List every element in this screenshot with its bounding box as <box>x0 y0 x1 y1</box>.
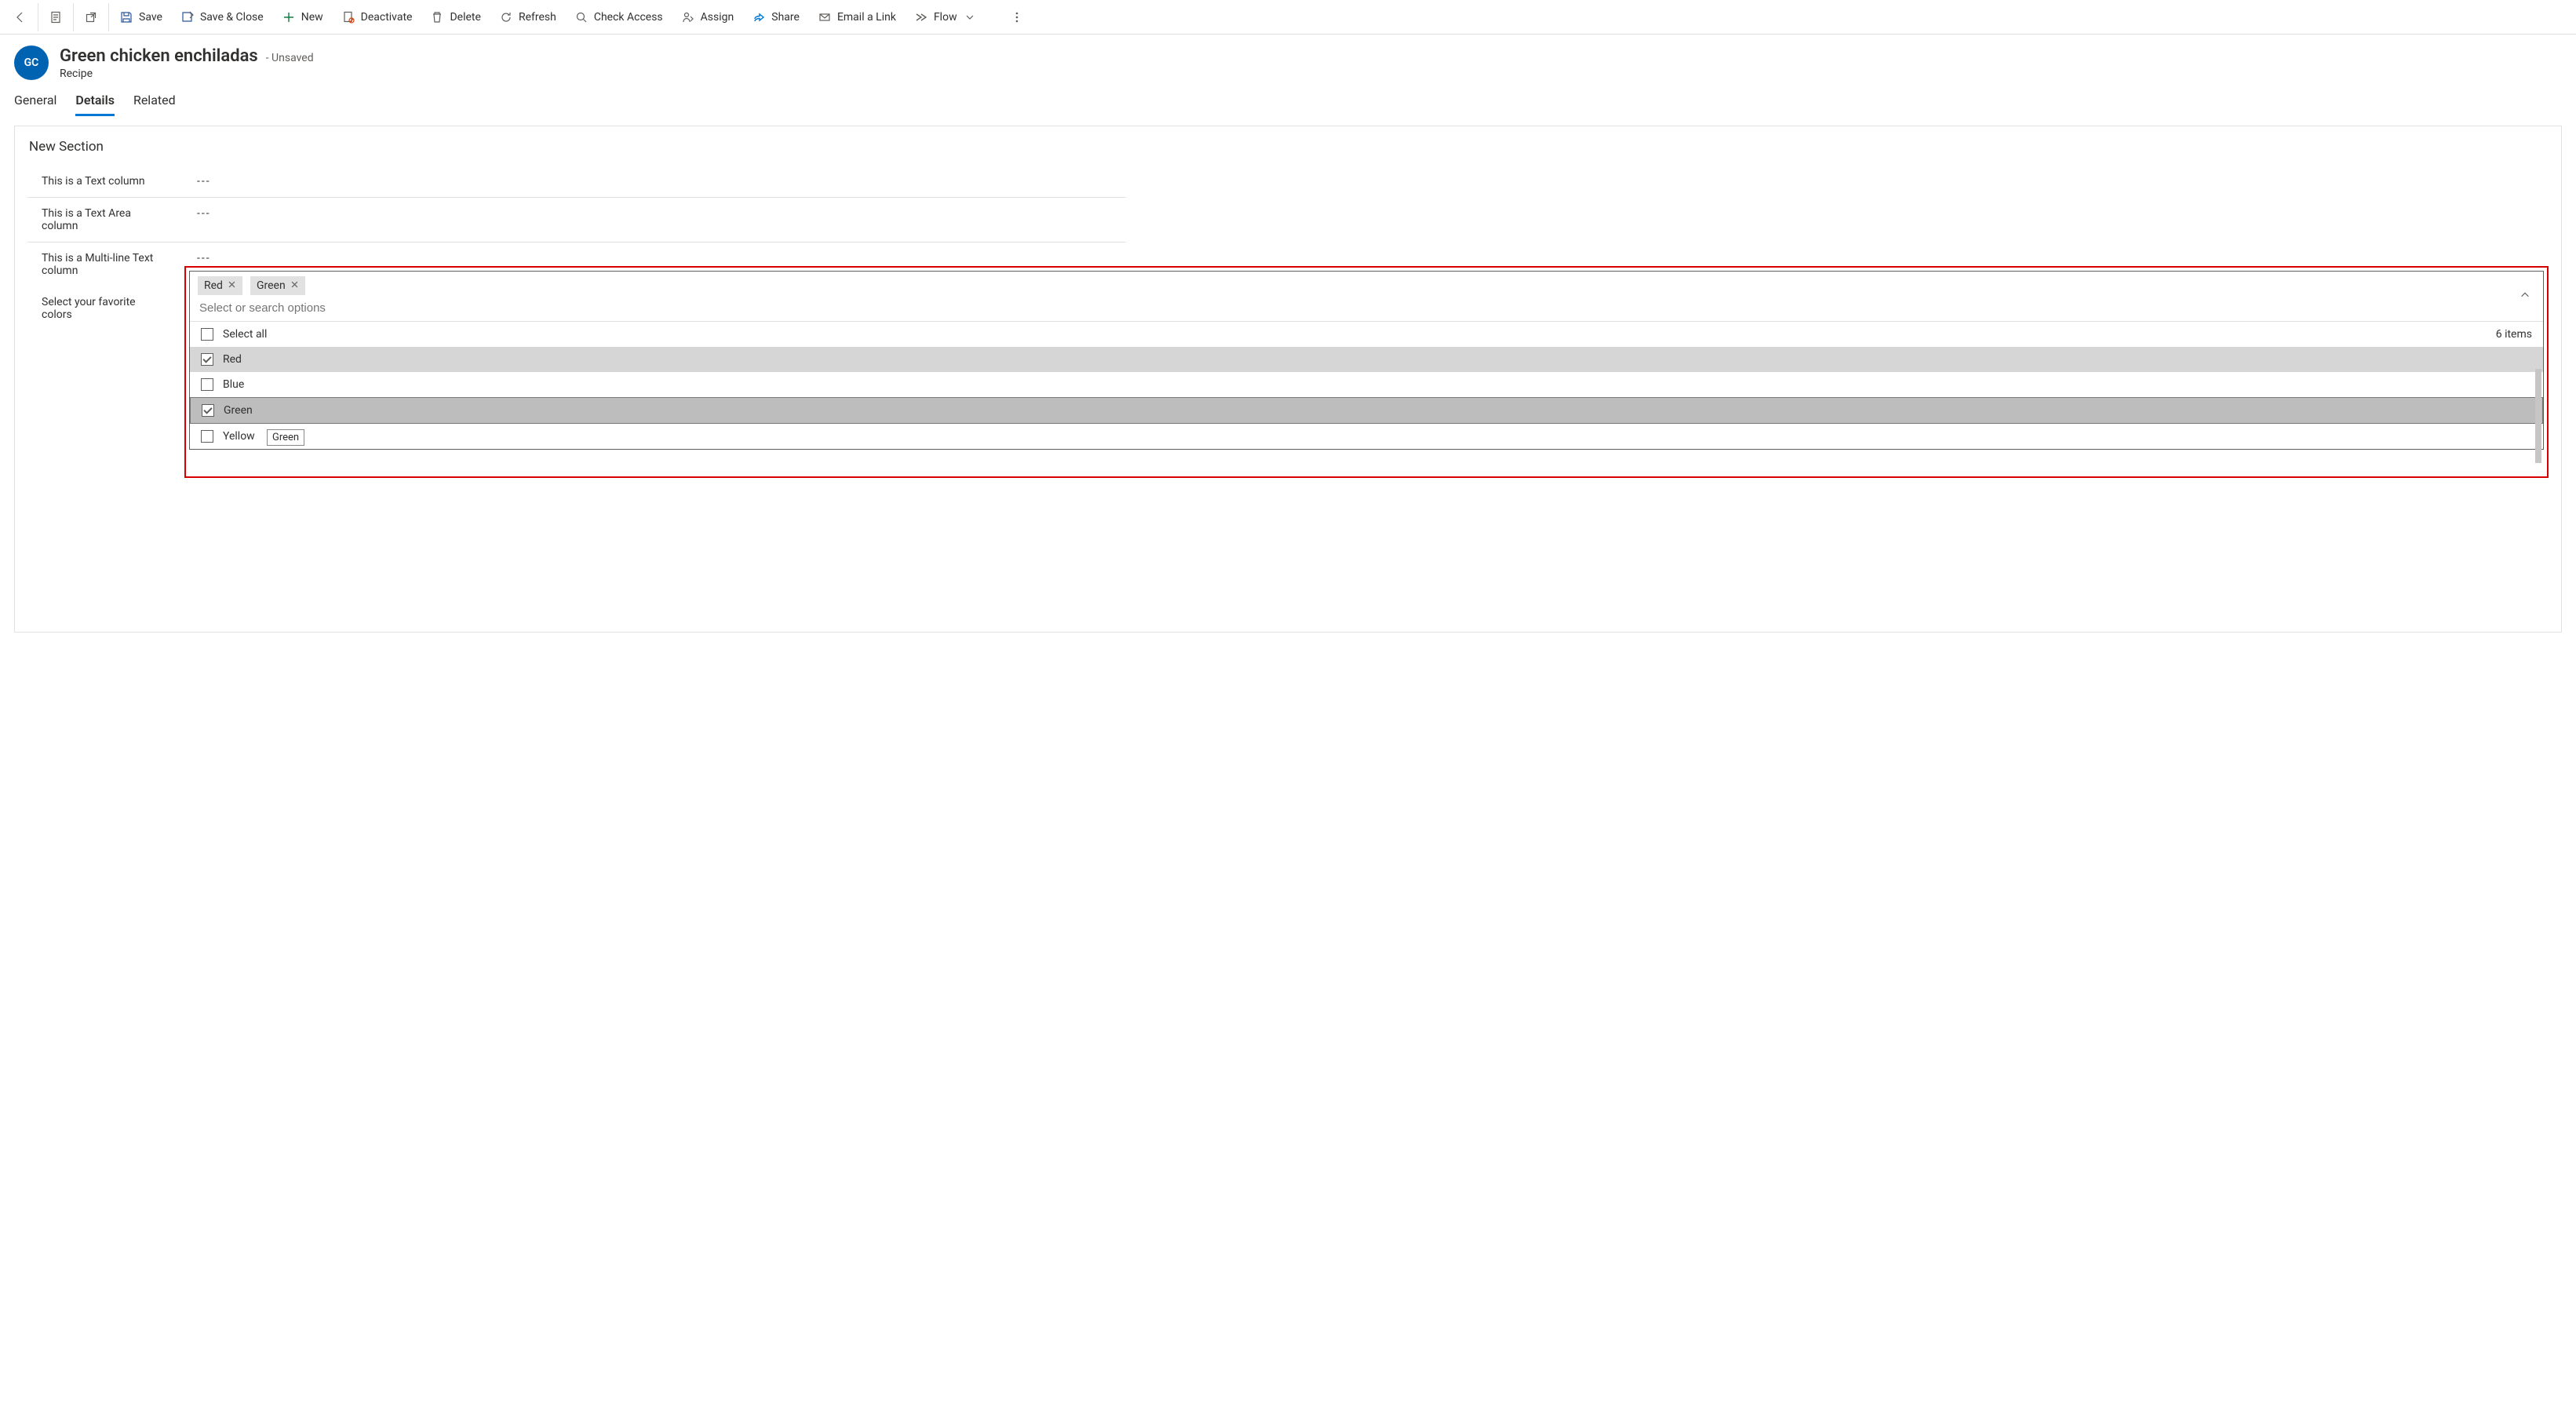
overflow-button[interactable] <box>1001 3 1033 31</box>
option-label: Blue <box>223 378 244 391</box>
mail-icon <box>818 11 831 24</box>
assign-button[interactable]: Assign <box>672 2 744 33</box>
form-row: This is a Text column --- <box>27 166 1126 198</box>
record-state: - Unsaved <box>266 52 314 64</box>
flow-label: Flow <box>934 11 957 24</box>
refresh-label: Refresh <box>519 11 556 24</box>
more-vertical-icon <box>1011 11 1023 24</box>
option-label: Red <box>223 353 242 366</box>
highlight-box: Red Green Select all 6 items Red Blue Green… <box>184 266 2549 478</box>
save-close-button[interactable]: Save & Close <box>172 2 273 33</box>
option-checkbox[interactable] <box>201 378 213 391</box>
field-label: This is a Text Area column <box>27 207 161 232</box>
page-title: Green chicken enchiladas <box>60 46 258 66</box>
select-all-checkbox[interactable] <box>201 328 213 341</box>
multiselect-control[interactable]: Red Green Select all 6 items Red Blue Green… <box>189 271 2544 450</box>
option-label: Green <box>224 404 253 417</box>
field-label: This is a Text column <box>27 175 161 188</box>
email-link-label: Email a Link <box>837 11 896 24</box>
option-label: Yellow <box>223 430 255 443</box>
form-row: This is a Text Area column --- <box>27 198 1126 243</box>
check-access-button[interactable]: Check Access <box>566 2 672 33</box>
save-close-icon <box>181 11 194 24</box>
refresh-button[interactable]: Refresh <box>490 2 566 33</box>
tab-related[interactable]: Related <box>133 89 176 116</box>
share-label: Share <box>771 11 800 24</box>
save-icon <box>120 11 133 24</box>
section-title: New Section <box>29 139 2549 155</box>
popout-button[interactable] <box>75 3 107 31</box>
flow-icon <box>915 11 927 24</box>
share-button[interactable]: Share <box>743 2 809 33</box>
chevron-up-icon[interactable] <box>2520 290 2530 304</box>
share-icon <box>752 11 765 24</box>
magnifier-icon <box>575 11 588 24</box>
record-header: GC Green chicken enchiladas - Unsaved Re… <box>0 35 2576 82</box>
selected-pill: Green <box>250 276 305 295</box>
tab-bar: General Details Related <box>0 82 2576 116</box>
option-row[interactable]: Green <box>190 397 2543 424</box>
popout-icon <box>85 11 97 24</box>
multiselect-list: Select all 6 items RedBlueGreenYellow Gr… <box>190 321 2543 449</box>
assign-label: Assign <box>701 11 734 24</box>
field-value[interactable]: --- <box>197 175 1126 188</box>
option-checkbox[interactable] <box>202 404 214 417</box>
deactivate-icon <box>342 11 355 24</box>
delete-button[interactable]: Delete <box>421 2 490 33</box>
tab-details[interactable]: Details <box>75 89 115 116</box>
close-icon[interactable] <box>228 279 236 292</box>
save-button[interactable]: Save <box>111 2 172 33</box>
field-value[interactable]: --- <box>197 207 1126 220</box>
item-count: 6 items <box>2496 328 2532 341</box>
task-pane-button[interactable] <box>40 3 71 31</box>
scrollbar-thumb[interactable] <box>2535 369 2541 463</box>
flow-button[interactable]: Flow <box>905 2 986 33</box>
avatar: GC <box>14 46 49 80</box>
divider <box>73 3 74 31</box>
divider <box>108 3 109 31</box>
option-row[interactable]: Red <box>190 347 2543 372</box>
refresh-icon <box>500 11 512 24</box>
plus-icon <box>282 11 295 24</box>
selected-pill: Red <box>198 276 242 295</box>
field-value[interactable]: --- <box>197 252 1126 264</box>
pill-label: Green <box>257 279 286 292</box>
select-all-label: Select all <box>223 328 267 341</box>
email-link-button[interactable]: Email a Link <box>809 2 905 33</box>
new-button[interactable]: New <box>273 2 333 33</box>
check-access-label: Check Access <box>594 11 663 24</box>
option-row[interactable]: Blue <box>190 372 2543 397</box>
new-label: New <box>301 11 323 24</box>
command-bar: Save Save & Close New Deactivate Delete … <box>0 0 2576 35</box>
assign-icon <box>682 11 694 24</box>
entity-name: Recipe <box>60 67 314 80</box>
trash-icon <box>431 11 443 24</box>
tab-general[interactable]: General <box>14 89 56 116</box>
deactivate-label: Deactivate <box>361 11 413 24</box>
multiselect-input[interactable] <box>198 300 2068 319</box>
multiselect-label: Select your favorite colors <box>27 296 161 321</box>
page-icon <box>49 11 62 24</box>
section: New Section This is a Text column---This… <box>14 126 2562 633</box>
option-checkbox[interactable] <box>201 353 213 366</box>
save-close-label: Save & Close <box>200 11 264 24</box>
delete-label: Delete <box>450 11 480 24</box>
save-label: Save <box>139 11 162 24</box>
option-checkbox[interactable] <box>201 430 213 443</box>
deactivate-button[interactable]: Deactivate <box>333 2 422 33</box>
back-button[interactable] <box>5 3 36 31</box>
field-label: This is a Multi-line Text column <box>27 252 161 277</box>
chevron-down-icon <box>964 11 976 24</box>
arrow-left-icon <box>14 11 27 24</box>
close-icon[interactable] <box>290 279 299 292</box>
option-row[interactable]: Yellow <box>190 424 2543 449</box>
pill-label: Red <box>204 279 223 292</box>
